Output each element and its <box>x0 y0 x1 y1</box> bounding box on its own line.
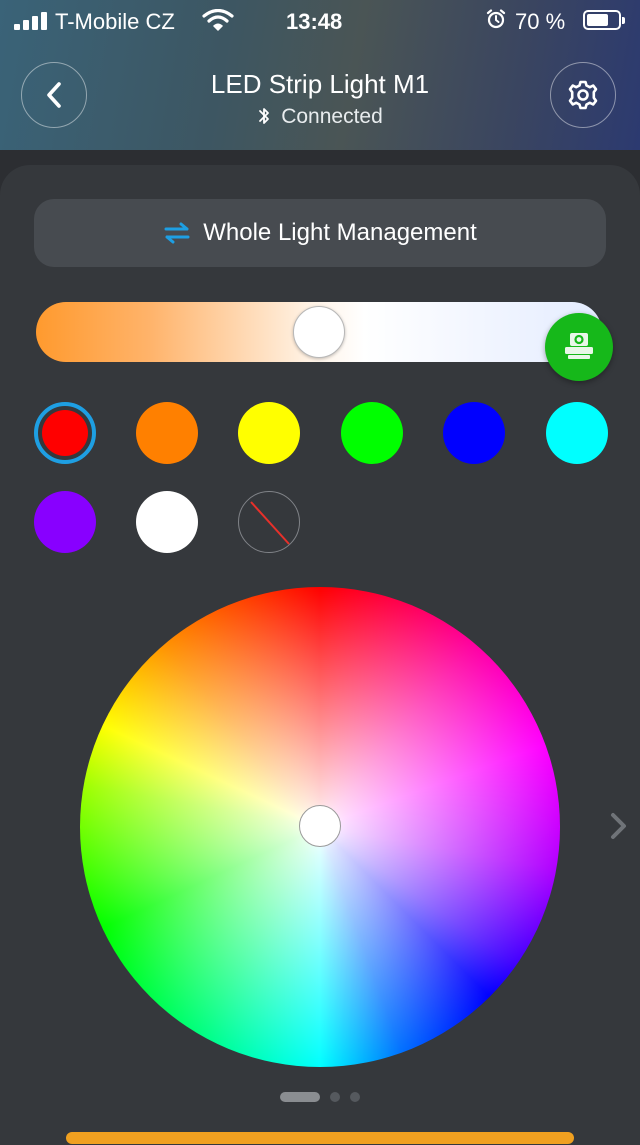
color-swatch[interactable] <box>136 491 198 553</box>
scene-icon <box>565 333 593 359</box>
color-wheel-thumb[interactable] <box>299 805 341 847</box>
color-swatch[interactable] <box>136 402 198 464</box>
color-swatch[interactable] <box>238 402 300 464</box>
scene-button[interactable] <box>545 313 613 381</box>
bottom-bar[interactable] <box>66 1132 574 1144</box>
battery-icon <box>583 10 625 30</box>
connection-status-label: Connected <box>281 105 383 128</box>
swap-arrows-icon <box>164 222 190 244</box>
signal-icon <box>14 12 48 30</box>
clock: 13:48 <box>286 9 343 34</box>
color-swatch[interactable] <box>546 402 608 464</box>
header: T-Mobile CZ 13:48 70 % LED Strip Light M… <box>0 0 640 150</box>
color-swatch-selected[interactable] <box>34 402 96 464</box>
color-swatch[interactable] <box>443 402 505 464</box>
page-dot <box>280 1092 320 1102</box>
color-swatch[interactable] <box>34 491 96 553</box>
settings-button[interactable] <box>550 62 616 128</box>
chevron-right-icon[interactable] <box>606 810 630 842</box>
page-dot <box>330 1092 340 1102</box>
alarm-icon <box>486 9 506 29</box>
page-dot <box>350 1092 360 1102</box>
color-swatch[interactable] <box>341 402 403 464</box>
device-title: LED Strip Light M1 <box>210 69 430 99</box>
wifi-icon <box>202 9 234 31</box>
battery-percent: 70 % <box>515 9 566 34</box>
connection-status: Connected <box>0 105 640 129</box>
mode-button-label: Whole Light Management <box>203 219 477 246</box>
whole-light-management-button[interactable]: Whole Light Management <box>34 199 606 267</box>
color-off-swatch[interactable] <box>238 491 300 553</box>
bluetooth-icon <box>259 108 270 124</box>
carrier-name: T-Mobile CZ <box>55 9 175 34</box>
gear-icon <box>568 80 598 110</box>
status-bar: T-Mobile CZ 13:48 70 % <box>0 0 640 42</box>
color-temperature-thumb[interactable] <box>293 306 345 358</box>
